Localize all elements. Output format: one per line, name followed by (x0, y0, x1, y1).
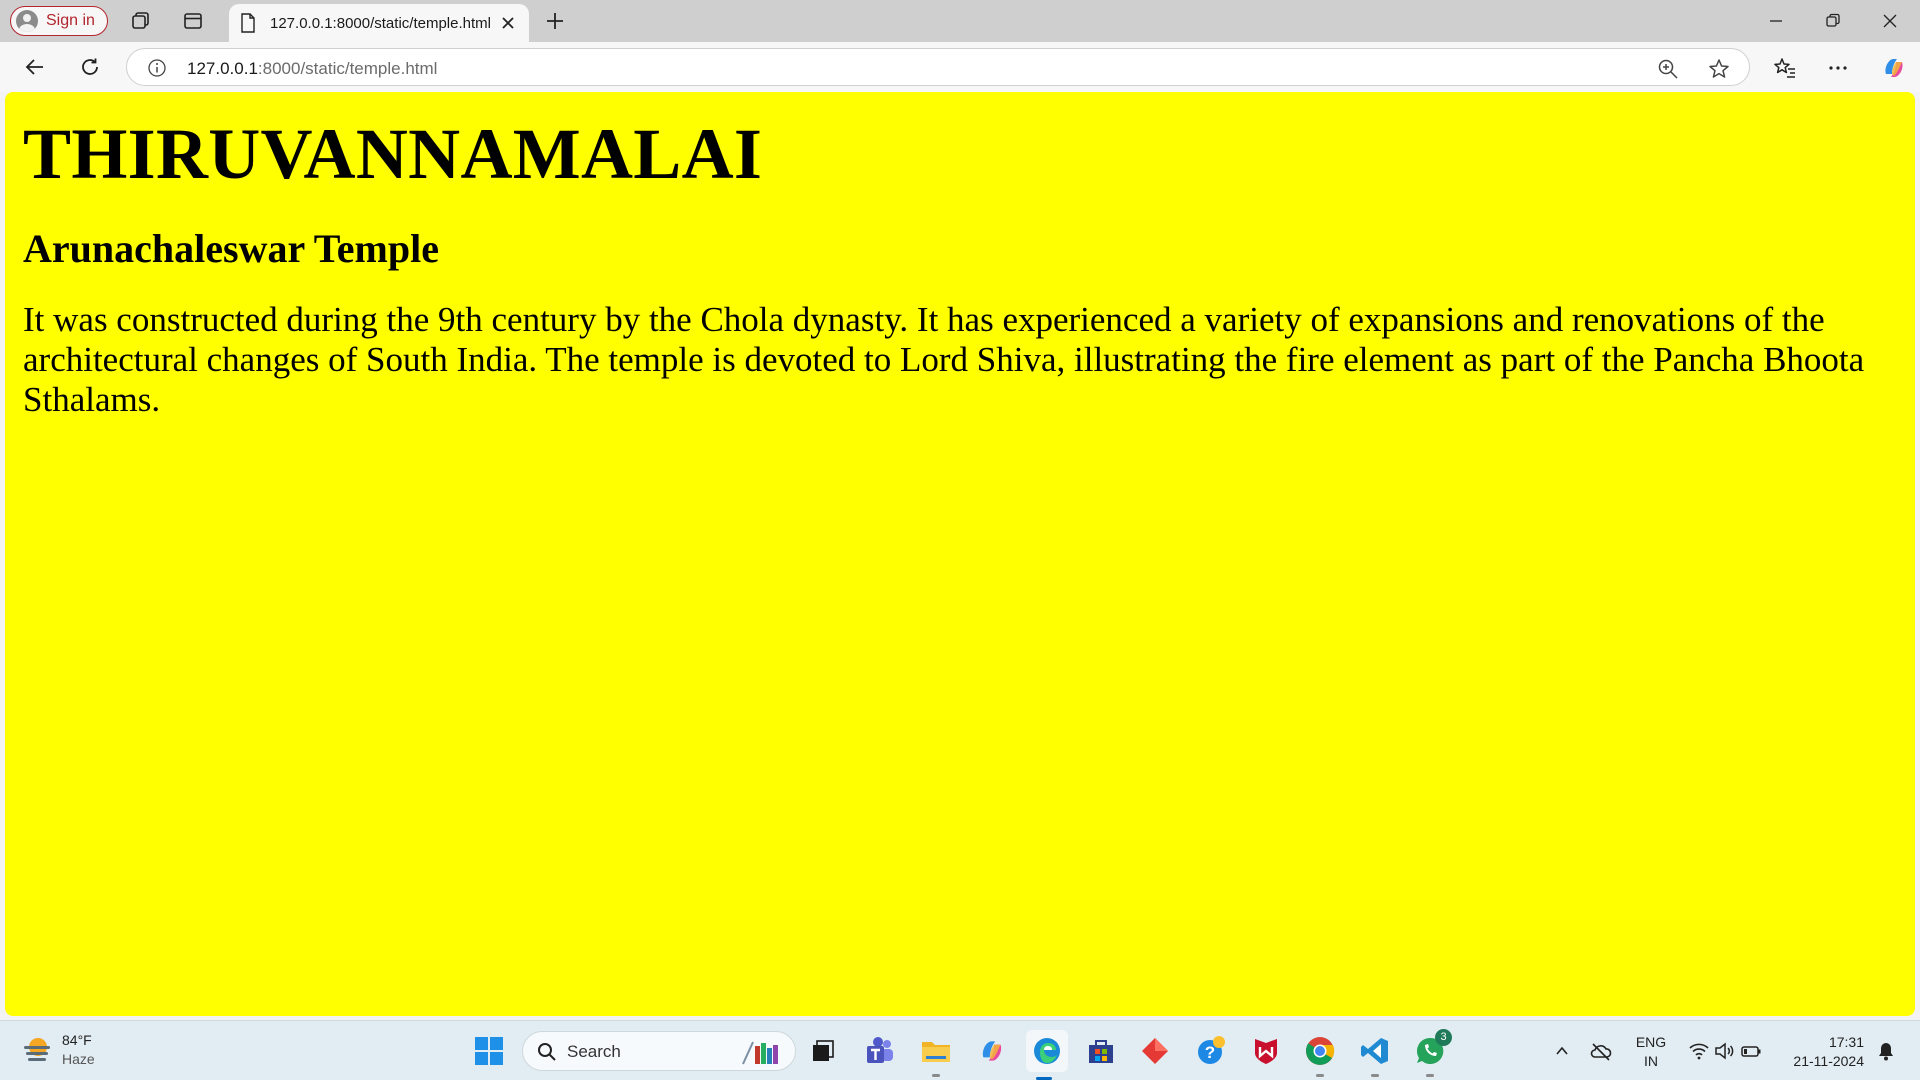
search-label: Search (567, 1042, 621, 1061)
chrome-icon (1306, 1037, 1335, 1065)
taskbar-chrome[interactable] (1302, 1033, 1338, 1077)
close-tab-icon[interactable] (499, 14, 517, 32)
page-icon (241, 13, 255, 33)
sign-in-label: Sign in (46, 12, 95, 29)
profile-avatar-icon (16, 10, 38, 32)
restore-icon[interactable] (1818, 8, 1848, 34)
taskbar-edge[interactable] (1026, 1030, 1068, 1080)
onedrive-tray[interactable] (1588, 1021, 1614, 1080)
taskbar-red-app[interactable] (1137, 1033, 1173, 1069)
tips-icon: ? (1198, 1036, 1225, 1064)
weather-widget[interactable]: 84°F Haze (20, 1031, 95, 1069)
taskbar: 84°F Haze Search ? 3 ENG IN 17:31 21-11-… (0, 1020, 1920, 1080)
copilot-button[interactable] (1880, 54, 1908, 82)
more-menu-button[interactable] (1824, 54, 1852, 82)
haze-icon (20, 1033, 54, 1067)
weather-condition: Haze (62, 1051, 95, 1067)
wifi-icon (1689, 1043, 1709, 1060)
taskbar-vscode[interactable] (1357, 1033, 1393, 1077)
taskbar-copilot[interactable] (974, 1033, 1010, 1069)
task-view-icon (813, 1040, 834, 1061)
vertical-tabs-icon[interactable] (181, 9, 205, 33)
windows-start-icon (475, 1037, 503, 1065)
close-window-icon[interactable] (1875, 8, 1905, 34)
cloud-offline-icon (1590, 1043, 1612, 1061)
favorite-star-icon[interactable] (1707, 57, 1731, 81)
workspaces-icon[interactable] (129, 9, 153, 33)
tab-strip: Sign in 127.0.0.1:8000/static/temple.htm… (0, 0, 1920, 42)
new-tab-icon[interactable] (543, 9, 567, 33)
browser-toolbar: 127.0.0.1:8000/static/temple.html (0, 42, 1920, 92)
refresh-icon (82, 58, 98, 75)
tab-temple[interactable]: 127.0.0.1:8000/static/temple.html (229, 4, 529, 42)
taskbar-search[interactable]: Search (522, 1031, 796, 1071)
vscode-icon (1361, 1038, 1388, 1064)
page-heading: THIRUVANNAMALAI (23, 114, 763, 194)
quick-settings-button[interactable] (1685, 1021, 1765, 1080)
copilot-app-icon (982, 1041, 1002, 1061)
edge-icon (1034, 1038, 1060, 1064)
zoom-icon[interactable] (1657, 58, 1679, 80)
sign-in-button[interactable]: Sign in (10, 6, 108, 36)
battery-icon (1741, 1046, 1761, 1057)
taskbar-tips[interactable]: ? (1193, 1033, 1229, 1069)
bell-icon (1879, 1043, 1893, 1061)
site-info-icon[interactable] (147, 58, 167, 78)
search-icon (538, 1043, 556, 1061)
clock-date: 21-11-2024 (1793, 1053, 1864, 1069)
page-paragraph: It was constructed during the 9th centur… (23, 300, 1865, 419)
page-subheading: Arunachaleswar Temple (23, 226, 439, 271)
mcafee-shield-icon (1255, 1039, 1277, 1064)
chevron-up-icon (1556, 1046, 1568, 1055)
url-path: :8000/static/temple.html (257, 59, 438, 78)
show-hidden-icons-button[interactable] (1551, 1021, 1573, 1080)
favorites-button[interactable] (1771, 54, 1799, 82)
more-icon (1829, 66, 1847, 70)
language-indicator[interactable]: ENG IN (1633, 1033, 1669, 1071)
taskbar-teams[interactable] (862, 1033, 898, 1069)
page-content: THIRUVANNAMALAI Arunachaleswar Temple It… (23, 92, 1903, 420)
tab-title: 127.0.0.1:8000/static/temple.html (270, 14, 491, 32)
whatsapp-badge: 3 (1435, 1029, 1452, 1046)
taskbar-mcafee[interactable] (1248, 1033, 1284, 1069)
minimize-icon[interactable] (1761, 8, 1791, 34)
red-diamond-app-icon (1142, 1038, 1168, 1064)
copilot-icon (1885, 59, 1903, 77)
taskbar-whatsapp[interactable]: 3 (1412, 1029, 1452, 1077)
language-code: ENG (1635, 1034, 1667, 1050)
url-host: 127.0.0.1 (187, 59, 258, 78)
favorites-list-icon (1774, 58, 1795, 78)
back-arrow-icon (25, 59, 43, 75)
microsoft-store-icon (1089, 1040, 1113, 1063)
svg-text:?: ? (1205, 1043, 1215, 1062)
file-explorer-icon (922, 1042, 950, 1062)
search-highlight-books-icon (742, 1041, 778, 1065)
start-button[interactable] (471, 1033, 507, 1069)
taskbar-task-view[interactable] (805, 1033, 841, 1069)
clock[interactable]: 17:31 21-11-2024 (1784, 1033, 1864, 1071)
back-button[interactable] (21, 53, 49, 81)
weather-temperature: 84°F (62, 1032, 92, 1048)
teams-icon (867, 1037, 893, 1063)
clock-time: 17:31 (1828, 1034, 1864, 1050)
notifications-button[interactable] (1874, 1021, 1898, 1080)
page-viewport: THIRUVANNAMALAI Arunachaleswar Temple It… (5, 92, 1915, 1016)
taskbar-store[interactable] (1083, 1033, 1119, 1069)
address-bar[interactable]: 127.0.0.1:8000/static/temple.html (126, 48, 1750, 86)
refresh-button[interactable] (76, 53, 104, 81)
url-text[interactable]: 127.0.0.1:8000/static/temple.html (187, 59, 437, 79)
taskbar-file-explorer[interactable] (918, 1033, 954, 1077)
region-code: IN (1644, 1053, 1658, 1069)
volume-icon (1715, 1042, 1734, 1060)
